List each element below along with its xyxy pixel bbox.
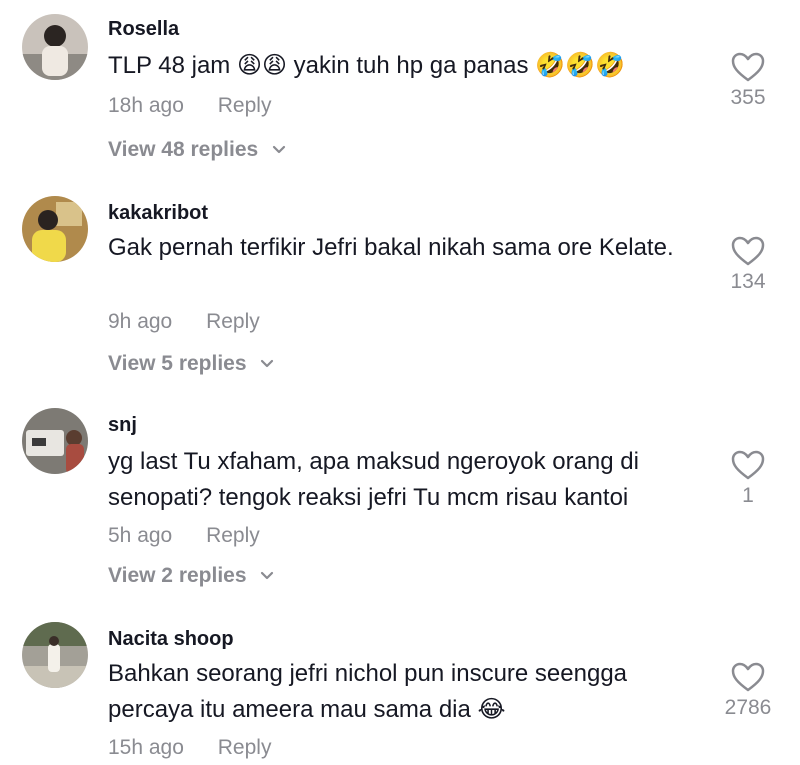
comment-text: yg last Tu xfaham, apa maksud ngeroyok o… [108,448,639,511]
heart-outline-icon [731,236,765,266]
like-count: 355 [730,86,766,109]
view-replies-label: View 2 replies [108,564,247,587]
view-replies-button[interactable]: View 48 replies [108,138,286,162]
comment-text: Gak pernah terfikir Jefri bakal nikah sa… [108,234,674,261]
like-count: 2786 [724,696,772,719]
chevron-down-icon [261,360,274,368]
comment-text: Bahkan seorang jefri nichol pun inscure … [108,660,628,723]
timestamp: 15h ago [108,736,184,759]
comment-meta: 5h ago Reply [108,524,260,548]
avatar[interactable] [22,408,88,474]
like-button[interactable]: 2786 [708,662,788,720]
like-count: 1 [742,484,754,507]
timestamp: 5h ago [108,524,173,547]
reply-button[interactable]: Reply [206,310,260,333]
like-button[interactable]: 1 [708,450,788,508]
view-replies-button[interactable]: View 2 replies [108,564,274,588]
chevron-down-icon [272,146,286,154]
heart-outline-icon [731,450,765,480]
like-count: 134 [730,270,766,293]
like-button[interactable]: 134 [708,236,788,294]
heart-outline-icon [731,52,765,82]
username[interactable]: Rosella [108,18,179,41]
like-button[interactable]: 355 [708,52,788,110]
username[interactable]: snj [108,414,137,437]
view-replies-label: View 5 replies [108,352,247,375]
comment-meta: 15h ago Reply [108,736,271,760]
avatar[interactable] [22,196,88,262]
view-replies-label: View 48 replies [108,138,259,161]
timestamp: 9h ago [108,310,173,333]
avatar[interactable] [22,14,88,80]
view-replies-button[interactable]: View 5 replies [108,352,274,376]
heart-outline-icon [731,662,765,692]
reply-button[interactable]: Reply [218,94,272,117]
reply-button[interactable]: Reply [218,736,272,759]
comment-meta: 18h ago Reply [108,94,271,118]
timestamp: 18h ago [108,94,184,117]
comment-text: TLP 48 jam 😩😩 yakin tuh hp ga panas 🤣🤣🤣 [108,52,625,79]
username[interactable]: kakakribot [108,202,208,225]
chevron-down-icon [261,572,274,580]
reply-button[interactable]: Reply [206,524,260,547]
username[interactable]: Nacita shoop [108,628,234,651]
comment-meta: 9h ago Reply [108,310,260,334]
avatar[interactable] [22,622,88,688]
